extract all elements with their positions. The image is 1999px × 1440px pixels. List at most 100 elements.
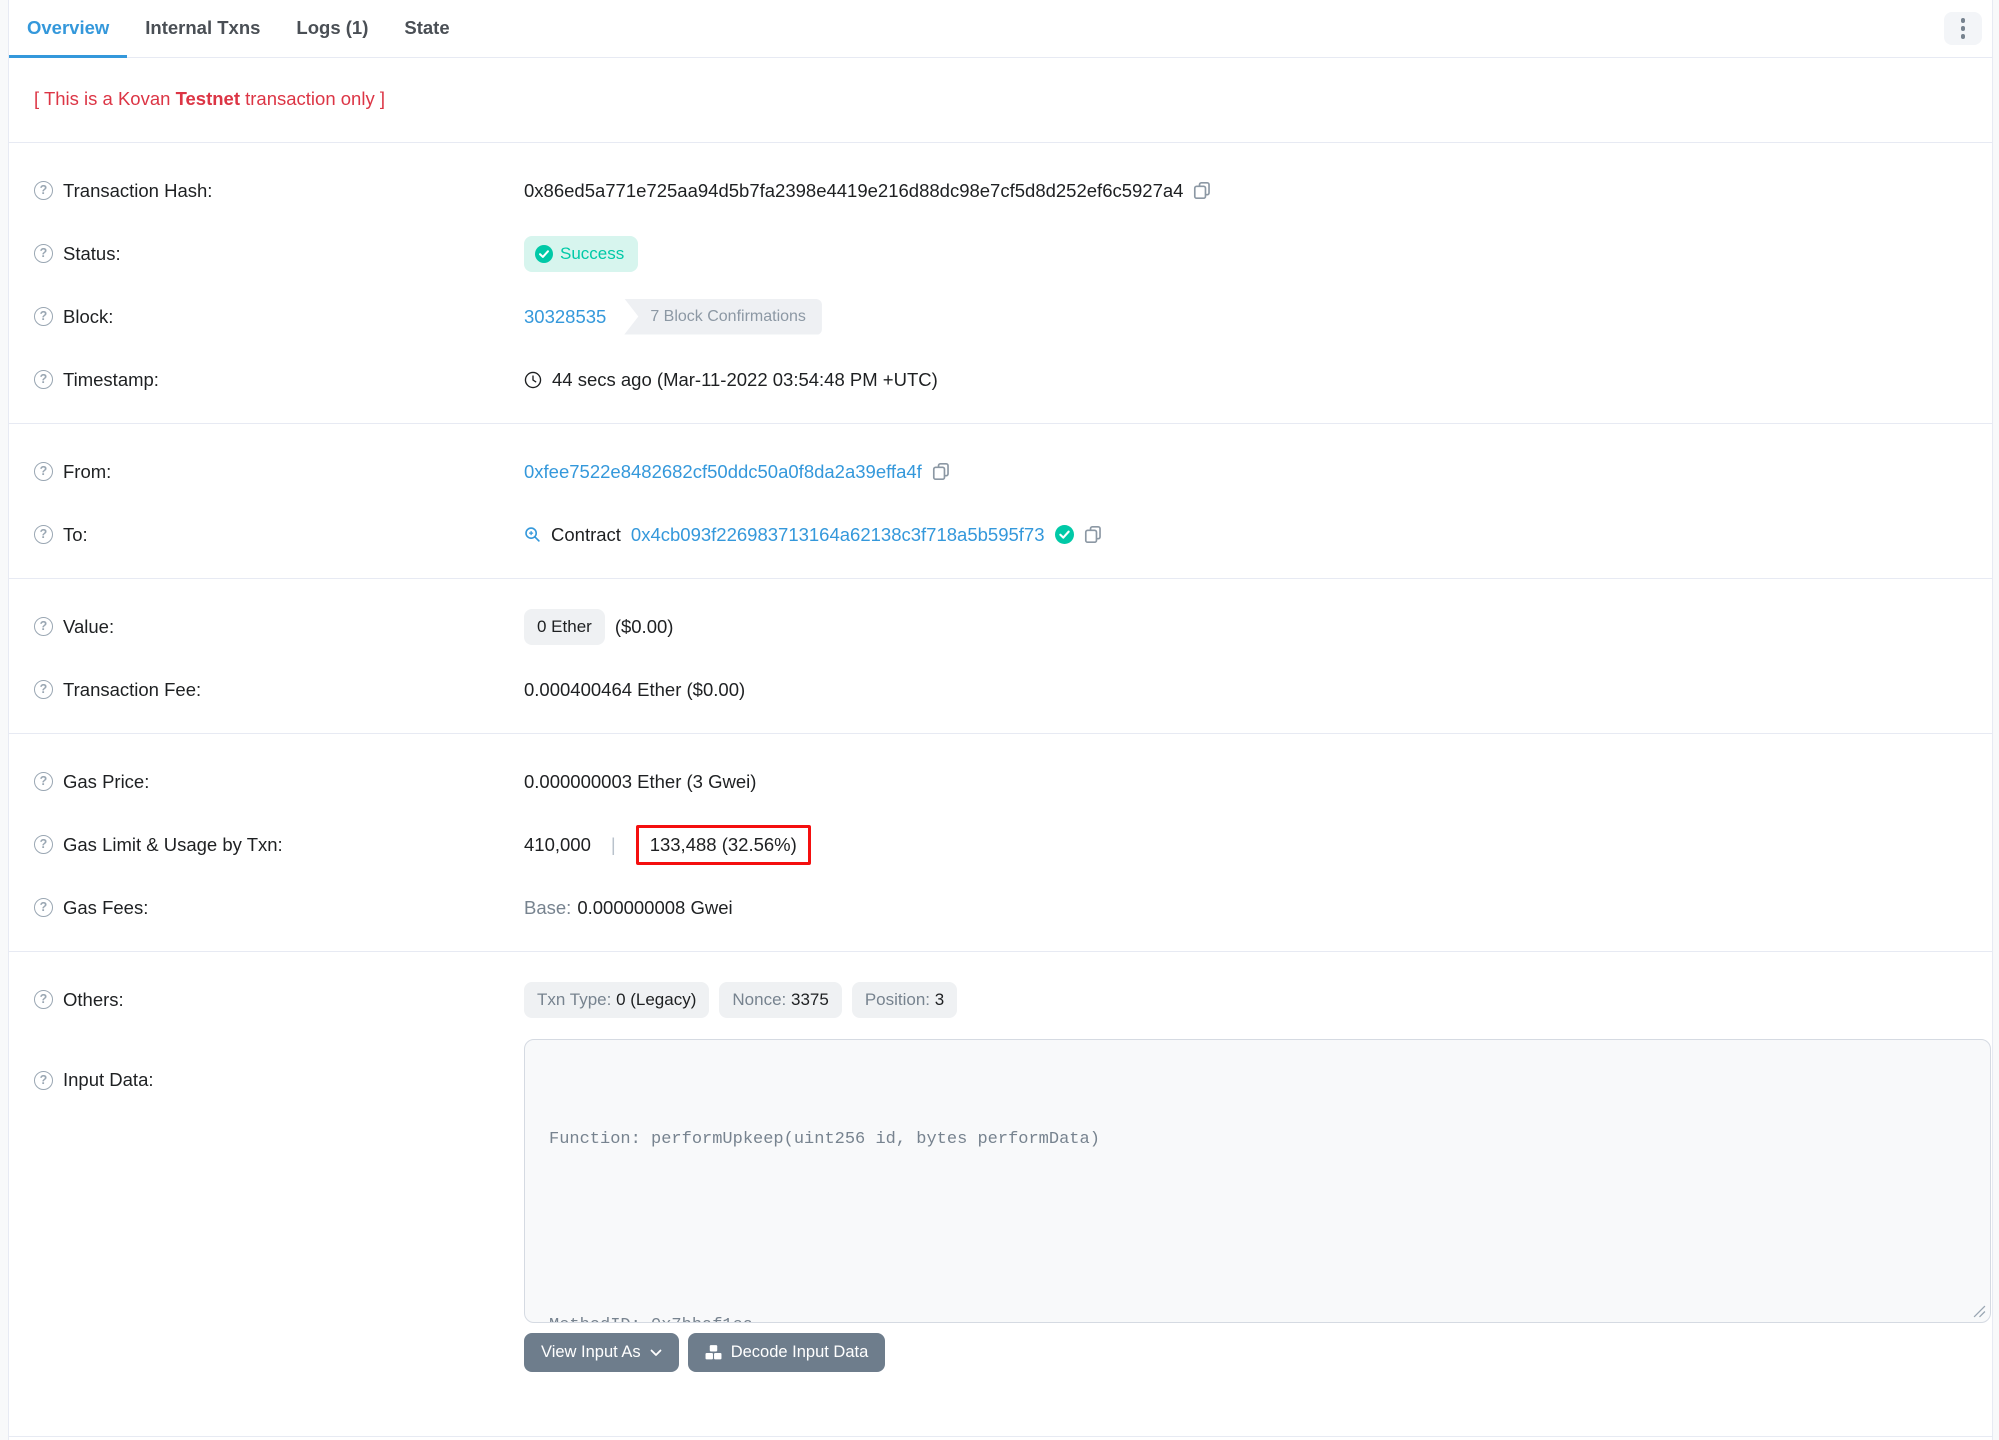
help-icon[interactable]: ?: [34, 680, 53, 699]
tab-state[interactable]: State: [386, 0, 467, 58]
to-address-link[interactable]: 0x4cb093f226983713164a62138c3f718a5b595f…: [631, 524, 1045, 546]
input-data-textarea[interactable]: Function: performUpkeep(uint256 id, byte…: [524, 1039, 1991, 1323]
from-label-group: ? From:: [34, 461, 524, 483]
status-label: Status:: [63, 242, 121, 264]
row-to: ? To: Contract 0x4cb093f226983713164a621…: [34, 503, 1967, 566]
txn-type-badge: Txn Type: 0 (Legacy): [524, 981, 710, 1018]
transaction-hash-label-group: ? Transaction Hash:: [34, 180, 524, 202]
tab-logs[interactable]: Logs (1): [278, 0, 386, 58]
gas-limit-label: Gas Limit & Usage by Txn:: [63, 833, 283, 855]
block-label: Block:: [63, 305, 114, 327]
section-overview-1: ? Transaction Hash: 0x86ed5a771e725aa94d…: [9, 143, 1992, 423]
input-data-label: Input Data:: [63, 1069, 154, 1090]
row-status: ? Status: Success: [34, 222, 1967, 285]
kebab-dot: [1960, 18, 1966, 23]
fee-label-group: ? Transaction Fee:: [34, 679, 524, 701]
input-function-line: Function: performUpkeep(uint256 id, byte…: [549, 1130, 1100, 1149]
timestamp-label: Timestamp:: [63, 368, 159, 390]
nonce-badge: Nonce: 3375: [719, 981, 842, 1018]
transaction-card: Overview Internal Txns Logs (1) State [ …: [8, 0, 1993, 1440]
copy-icon[interactable]: [932, 462, 951, 481]
help-icon[interactable]: ?: [34, 898, 53, 917]
value-label-group: ? Value:: [34, 616, 524, 638]
value-amount-badge: 0 Ether: [524, 608, 605, 645]
section-gas: ? Gas Price: 0.000000003 Ether (3 Gwei) …: [9, 734, 1992, 951]
input-blank-line: [549, 1217, 1966, 1248]
row-others: ? Others: Txn Type: 0 (Legacy) Nonce: 33…: [34, 968, 1967, 1031]
position-badge-value: 3: [934, 989, 945, 1009]
cubes-icon: [705, 1345, 722, 1360]
help-icon[interactable]: ?: [34, 617, 53, 636]
testnet-notice-prefix: [ This is a Kovan: [34, 88, 176, 109]
row-value: ? Value: 0 Ether ($0.00): [34, 595, 1967, 658]
transaction-hash-value: 0x86ed5a771e725aa94d5b7fa2398e4419e216d8…: [524, 179, 1184, 201]
zoom-in-icon[interactable]: [524, 526, 541, 543]
tab-overview[interactable]: Overview: [9, 0, 128, 58]
copy-icon[interactable]: [1084, 525, 1103, 544]
status-badge: Success: [524, 235, 639, 272]
input-methodid-line: MethodID: 0x7bbaf1ea: [549, 1310, 1966, 1322]
timestamp-label-group: ? Timestamp:: [34, 369, 524, 391]
section-others: ? Others: Txn Type: 0 (Legacy) Nonce: 33…: [9, 952, 1992, 1384]
position-badge: Position: 3: [851, 981, 958, 1018]
copy-icon[interactable]: [1193, 181, 1212, 200]
nonce-badge-label: Nonce:: [732, 989, 791, 1009]
row-transaction-hash: ? Transaction Hash: 0x86ed5a771e725aa94d…: [34, 159, 1967, 222]
section-addresses: ? From: 0xfee7522e8482682cf50ddc50a0f8da…: [9, 424, 1992, 578]
testnet-notice: [ This is a Kovan Testnet transaction on…: [9, 58, 1992, 110]
to-label: To:: [63, 523, 88, 545]
divider: [9, 1436, 1992, 1437]
row-transaction-fee: ? Transaction Fee: 0.000400464 Ether ($0…: [34, 658, 1967, 721]
help-icon[interactable]: ?: [34, 835, 53, 854]
gas-fees-base-value: 0.000000008 Gwei: [577, 896, 733, 918]
testnet-notice-suffix: transaction only ]: [239, 88, 385, 109]
timestamp-value: 44 secs ago (Mar-11-2022 03:54:48 PM +UT…: [552, 368, 938, 390]
gas-fees-base-label: Base:: [524, 896, 572, 918]
tab-bar: Overview Internal Txns Logs (1) State: [9, 0, 1992, 58]
verified-check-icon: [1054, 525, 1074, 544]
from-label: From:: [63, 460, 112, 482]
gas-fees-label: Gas Fees:: [63, 896, 149, 918]
help-icon[interactable]: ?: [34, 1070, 53, 1090]
gas-fees-label-group: ? Gas Fees:: [34, 897, 524, 919]
testnet-notice-bold: Testnet: [175, 88, 240, 109]
row-timestamp: ? Timestamp: 44 secs ago (Mar-11-2022 03…: [34, 348, 1967, 411]
view-input-as-button[interactable]: View Input As: [524, 1333, 679, 1372]
to-contract-prefix: Contract: [551, 523, 621, 545]
check-circle-icon: [535, 244, 553, 263]
help-icon[interactable]: ?: [34, 370, 53, 389]
decode-input-data-button[interactable]: Decode Input Data: [687, 1333, 886, 1372]
to-label-group: ? To:: [34, 524, 524, 546]
from-address-link[interactable]: 0xfee7522e8482682cf50ddc50a0f8da2a39effa…: [524, 461, 922, 483]
clock-icon: [524, 371, 542, 388]
help-icon[interactable]: ?: [34, 462, 53, 481]
chevron-down-icon: [650, 1349, 662, 1356]
tab-internal-txns[interactable]: Internal Txns: [127, 0, 278, 58]
kebab-dot: [1960, 26, 1966, 31]
kebab-menu-button[interactable]: [1944, 12, 1982, 45]
status-text: Success: [560, 243, 625, 263]
gas-limit-separator: |: [610, 833, 616, 855]
value-label: Value:: [63, 615, 115, 637]
block-number-link[interactable]: 30328535: [524, 306, 606, 328]
others-label: Others:: [63, 988, 124, 1010]
help-icon[interactable]: ?: [34, 181, 53, 200]
txn-type-badge-value: 0 (Legacy): [616, 989, 697, 1009]
help-icon[interactable]: ?: [34, 244, 53, 263]
help-icon[interactable]: ?: [34, 307, 53, 326]
gas-price-label: Gas Price:: [63, 770, 150, 792]
row-gas-limit-usage: ? Gas Limit & Usage by Txn: 410,000 | 13…: [34, 813, 1967, 876]
transaction-hash-label: Transaction Hash:: [63, 179, 213, 201]
kebab-dot: [1960, 34, 1966, 39]
row-gas-fees: ? Gas Fees: Base: 0.000000008 Gwei: [34, 876, 1967, 939]
help-icon[interactable]: ?: [34, 772, 53, 791]
row-gas-price: ? Gas Price: 0.000000003 Ether (3 Gwei): [34, 750, 1967, 813]
gas-price-label-group: ? Gas Price:: [34, 771, 524, 793]
row-block: ? Block: 30328535 7 Block Confirmations: [34, 285, 1967, 348]
txn-type-badge-label: Txn Type:: [537, 989, 617, 1009]
value-usd: ($0.00): [614, 615, 674, 637]
block-confirmations-badge: 7 Block Confirmations: [624, 298, 822, 335]
resize-handle-icon[interactable]: [1973, 1305, 1986, 1318]
help-icon[interactable]: ?: [34, 525, 53, 544]
help-icon[interactable]: ?: [34, 990, 53, 1009]
